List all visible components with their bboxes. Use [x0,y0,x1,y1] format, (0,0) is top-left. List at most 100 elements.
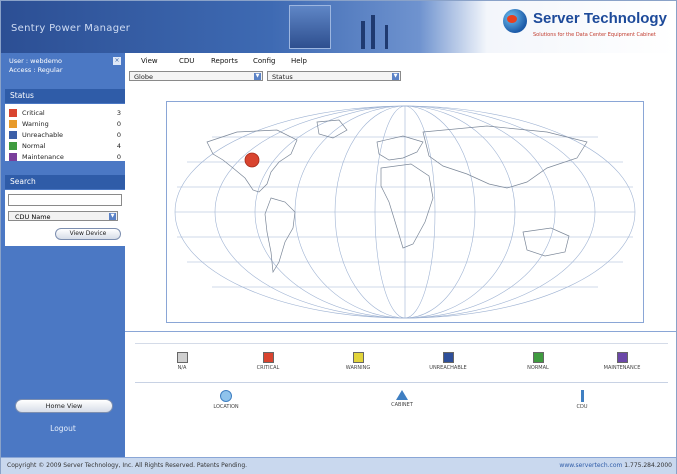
map-legend: N/A Critical Warning Unreachable Normal … [135,343,668,416]
view-device-button[interactable]: View Device [55,228,121,240]
location-icon [220,390,232,402]
search-field-select[interactable]: CDU Name ▼ [8,211,118,221]
south-america-outline [264,197,296,274]
warning-status-icon [9,120,17,128]
status-row-warning[interactable]: Warning 0 [9,119,121,129]
legend-status-na: N/A [147,352,217,371]
status-count: 4 [116,142,121,150]
cdu-icon [580,390,584,402]
search-input[interactable] [8,194,122,206]
legend-type-cdu: CDU [547,390,617,410]
user-access: Access : Regular [9,66,63,74]
maintenance-status-icon [616,352,628,363]
legend-status-warning: Warning [323,352,393,371]
chevron-down-icon: ▼ [109,213,116,220]
normal-status-icon [532,352,544,363]
user-info: User : webdemo Access : Regular [9,57,63,75]
europe-outline [376,135,424,161]
legend-label: Unreachable [429,365,467,371]
status-row-maintenance[interactable]: Maintenance 0 [9,152,121,162]
world-map[interactable] [166,101,644,323]
view-type-value: Globe [134,73,153,81]
copyright-text: Copyright © 2009 Server Technology, Inc.… [7,462,248,469]
legend-label: Location [213,404,239,410]
cabinet-icon [396,390,408,400]
view-selectors: Globe ▼ Status ▼ [125,69,676,83]
brand-tagline: Solutions for the Data Center Equipment … [533,32,656,38]
menu-reports[interactable]: Reports [211,57,238,65]
legend-divider [135,382,668,383]
status-count: 0 [116,131,121,139]
normal-status-icon [9,142,17,150]
website-link[interactable]: www.servertech.com [559,462,622,469]
critical-location-marker [244,152,260,168]
legend-label: N/A [177,365,187,371]
header-server-image [289,5,331,49]
legend-label: Critical [256,365,280,371]
legend-label: Maintenance [603,365,641,371]
search-field-value: CDU Name [15,213,51,221]
status-label: Unreachable [22,131,63,139]
app-window: Sentry Power Manager Server Technology S… [0,0,677,474]
footer-contact: www.servertech.com 1.775.284.2000 [559,462,672,469]
greenland-outline [316,119,348,139]
search-heading: Search [5,175,125,189]
home-view-button[interactable]: Home View [15,399,113,413]
legend-separator [125,331,676,332]
app-header: Sentry Power Manager Server Technology S… [1,1,676,53]
status-filter-value: Status [272,73,293,81]
unreachable-status-icon [442,352,454,363]
sidebar: User : webdemo Access : Regular × Status… [1,53,125,457]
legend-status-normal: Normal [503,352,573,371]
legend-type-cabinet: Cabinet [367,390,437,408]
close-icon[interactable]: × [113,57,121,65]
status-heading: Status [5,89,125,103]
status-count: 0 [116,120,121,128]
status-row-normal[interactable]: Normal 4 [9,141,121,151]
menu-bar: View CDU Reports Config Help [125,53,676,69]
header-decoration [371,15,375,49]
menu-view[interactable]: View [141,57,158,65]
asia-outline [422,125,588,189]
footer: Copyright © 2009 Server Technology, Inc.… [1,457,676,474]
status-summary: Critical 3 Warning 0 Unreachable 0 Normal 4 Main… [5,104,125,161]
globe-logo-icon [503,9,527,33]
warning-status-icon [352,352,364,363]
legend-status-unreachable: Unreachable [413,352,483,371]
header-decoration [361,21,365,49]
app-title: Sentry Power Manager [11,23,131,34]
africa-outline [380,163,434,249]
status-label: Critical [22,109,45,117]
chevron-down-icon: ▼ [254,73,261,80]
menu-help[interactable]: Help [291,57,307,65]
maintenance-status-icon [9,153,17,161]
australia-outline [522,227,570,257]
chevron-down-icon: ▼ [392,73,399,80]
status-count: 0 [116,153,121,161]
brand-name: Server Technology [533,10,667,27]
legend-status-maintenance: Maintenance [587,352,657,371]
phone-number: 1.775.284.2000 [624,462,672,469]
menu-config[interactable]: Config [253,57,275,65]
header-decoration [385,25,388,49]
status-filter-select[interactable]: Status ▼ [267,71,401,81]
status-row-critical[interactable]: Critical 3 [9,108,121,118]
world-map-graphic [174,105,636,319]
legend-label: Normal [527,365,549,371]
critical-status-icon [262,352,274,363]
unreachable-status-icon [9,131,17,139]
user-name: User : webdemo [9,57,63,65]
menu-cdu[interactable]: CDU [179,57,194,65]
view-type-select[interactable]: Globe ▼ [129,71,263,81]
status-label: Normal [22,142,46,150]
status-row-unreachable[interactable]: Unreachable 0 [9,130,121,140]
legend-label: Warning [345,365,371,371]
na-status-icon [176,352,188,363]
legend-label: Cabinet [391,402,413,408]
status-count: 3 [116,109,121,117]
brand-logo: Server Technology Solutions for the Data… [501,7,676,47]
status-label: Maintenance [22,153,64,161]
status-label: Warning [22,120,49,128]
logout-link[interactable]: Logout [1,424,125,433]
legend-status-critical: Critical [233,352,303,371]
